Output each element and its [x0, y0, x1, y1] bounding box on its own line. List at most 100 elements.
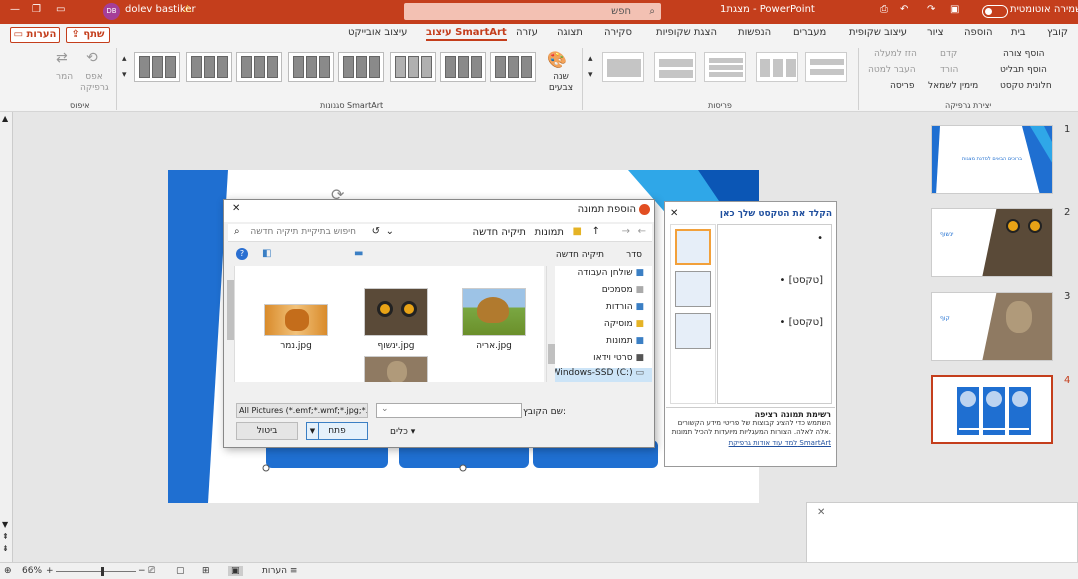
picture-placeholder-icon[interactable]: [675, 271, 711, 307]
styles-more-icon[interactable]: ▾: [122, 70, 127, 80]
prev-slide-icon[interactable]: ⇞: [2, 532, 9, 541]
add-bullet-button[interactable]: הוסף תבליט: [1000, 65, 1047, 75]
next-slide-icon[interactable]: ⇟: [2, 544, 9, 553]
chevron-down-icon[interactable]: ▼: [307, 423, 319, 439]
text-entry-area[interactable]: • • [טקסט] • [טקסט]: [717, 224, 832, 404]
zoom-slider-thumb[interactable]: [101, 567, 104, 576]
close-icon[interactable]: ✕: [817, 507, 825, 518]
tab-format[interactable]: עיצוב אובייקט: [348, 27, 407, 38]
refresh-icon[interactable]: ↺: [372, 226, 380, 237]
layout-option-2[interactable]: [756, 52, 798, 82]
notes-button[interactable]: הערות ≡: [262, 566, 297, 576]
scroll-up-icon[interactable]: ▲: [2, 114, 8, 123]
layout-option-3[interactable]: [704, 52, 746, 82]
smartart-text-pane[interactable]: הקלד את הטקסט שלך כאן ✕ • • [טקסט] • [טק…: [664, 201, 837, 467]
scroll-thumb[interactable]: [548, 344, 555, 364]
search-input[interactable]: חפש ⌕: [404, 3, 661, 20]
smartart-style-3[interactable]: [390, 52, 436, 82]
layout-option-5[interactable]: [602, 52, 644, 82]
comments-button[interactable]: ▭ הערות: [10, 27, 60, 43]
ribbon-display-icon[interactable]: ▭: [56, 4, 65, 15]
share-button[interactable]: ⇪ שתף: [66, 27, 110, 43]
normal-view-icon[interactable]: ▣: [228, 566, 243, 576]
tab-design[interactable]: עיצוב שקופית: [849, 27, 907, 38]
up-icon[interactable]: ↑: [592, 226, 600, 237]
bullet-item[interactable]: •: [817, 233, 823, 244]
tab-view[interactable]: תצוגה: [557, 27, 583, 38]
nav-item-downloads[interactable]: הורדות ■: [606, 302, 644, 312]
nav-item-drive[interactable]: Windows-SSD (C:) ▭: [546, 368, 652, 382]
file-item[interactable]: ינשוף.jpg: [364, 288, 430, 354]
breadcrumb-new-folder[interactable]: תיקיה חדשה: [473, 227, 526, 238]
view-icon[interactable]: ▬: [354, 248, 363, 259]
tools-button[interactable]: כלים ▾: [390, 427, 415, 437]
picture-placeholder-icon[interactable]: [675, 229, 711, 265]
scroll-down-icon[interactable]: ▼: [2, 520, 8, 529]
reset-graphic-button[interactable]: אפס גרפיקה: [80, 72, 109, 94]
filename-input[interactable]: ⌄: [376, 403, 522, 418]
file-item[interactable]: נמר.jpg: [264, 304, 330, 354]
fit-slide-icon[interactable]: ⊕: [4, 566, 12, 576]
layout-button[interactable]: פריסה: [890, 81, 914, 91]
undo-icon[interactable]: ↶: [900, 4, 908, 15]
nav-item-pictures[interactable]: תמונות ■: [606, 336, 644, 346]
save-icon[interactable]: ▣: [950, 4, 959, 15]
new-folder-button[interactable]: תיקיה חדשה: [556, 250, 604, 260]
autosave-toggle[interactable]: [982, 5, 1008, 18]
zoom-out-icon[interactable]: +: [46, 566, 54, 576]
redo-icon[interactable]: ↷: [927, 4, 935, 15]
move-up-button[interactable]: הזז למעלה: [874, 49, 917, 59]
smartart-style-8[interactable]: [134, 52, 180, 82]
tab-file[interactable]: קובץ: [1047, 27, 1068, 38]
convert-button[interactable]: המר: [56, 72, 73, 82]
preview-pane-icon[interactable]: ◧: [262, 248, 271, 259]
nav-item-desktop[interactable]: שולחן העבודה ■: [578, 268, 645, 278]
file-list-scrollbar[interactable]: [226, 266, 235, 382]
tab-home[interactable]: בית: [1011, 27, 1026, 38]
layout-option-1[interactable]: [805, 52, 847, 82]
rtl-button[interactable]: מימין לשמאל: [928, 81, 978, 91]
layout-option-4[interactable]: [654, 52, 696, 82]
avatar[interactable]: DB: [103, 3, 120, 20]
forward-icon[interactable]: →: [622, 226, 630, 237]
slide-thumbnail-4[interactable]: [931, 375, 1053, 444]
slide-thumbnail-1[interactable]: ברוכים הבאים לסדנת מצגות: [931, 125, 1053, 194]
chevron-down-icon[interactable]: ⌄: [381, 404, 389, 414]
tab-review[interactable]: סקירה: [604, 27, 632, 38]
demote-button[interactable]: הורד: [940, 65, 958, 75]
organize-button[interactable]: סדר: [626, 250, 642, 260]
smartart-style-7[interactable]: [186, 52, 232, 82]
bullet-item[interactable]: • [טקסט]: [780, 317, 823, 328]
back-icon[interactable]: ←: [638, 226, 646, 237]
presenter-view-icon[interactable]: ⎚: [148, 566, 155, 576]
slide-thumbnail-2[interactable]: ינשוף: [931, 208, 1053, 277]
dialog-search-input[interactable]: חיפוש בתיקיית תיקיה חדשה: [250, 227, 356, 237]
scroll-thumb[interactable]: [227, 280, 234, 340]
slide-thumbnail-3[interactable]: קוף: [931, 292, 1053, 361]
close-icon[interactable]: ✕: [670, 208, 678, 219]
tab-slideshow[interactable]: הצגת שקופיות: [656, 27, 717, 38]
learn-more-link[interactable]: למד עוד אודות גרפיקת SmartArt: [670, 439, 831, 447]
restore-icon[interactable]: ❐: [32, 4, 41, 15]
smartart-style-2[interactable]: [440, 52, 486, 82]
tab-draw[interactable]: ציור: [927, 27, 944, 38]
smartart-style-1[interactable]: [490, 52, 536, 82]
insert-picture-dialog[interactable]: הוספת תמונה ✕ ← → ↑ ■ תמונות תיקיה חדשה …: [223, 199, 655, 448]
picture-placeholder-icon[interactable]: [675, 313, 711, 349]
layouts-scroll-up-icon[interactable]: ▴: [588, 54, 593, 64]
breadcrumb-pictures[interactable]: תמונות: [535, 227, 564, 238]
text-pane-button[interactable]: חלונית טקסט: [1000, 81, 1052, 91]
smartart-style-4[interactable]: [338, 52, 384, 82]
move-down-button[interactable]: העבר למטה: [868, 65, 916, 75]
slide-sorter-icon[interactable]: ⊞: [202, 566, 210, 576]
promote-button[interactable]: קדם: [940, 49, 957, 59]
warning-icon[interactable]: ⚠: [183, 4, 192, 15]
file-item[interactable]: אריה.jpg: [462, 288, 528, 354]
styles-scroll-up-icon[interactable]: ▴: [122, 54, 127, 64]
close-icon[interactable]: ✕: [232, 203, 240, 214]
bullet-item[interactable]: • [טקסט]: [780, 275, 823, 286]
zoom-slider[interactable]: [56, 567, 136, 576]
tab-animations[interactable]: הנפשות: [738, 27, 771, 38]
tab-help[interactable]: עזרה: [516, 27, 538, 38]
vertical-scrollbar[interactable]: ▲ ▼ ⇞ ⇟: [0, 112, 13, 562]
